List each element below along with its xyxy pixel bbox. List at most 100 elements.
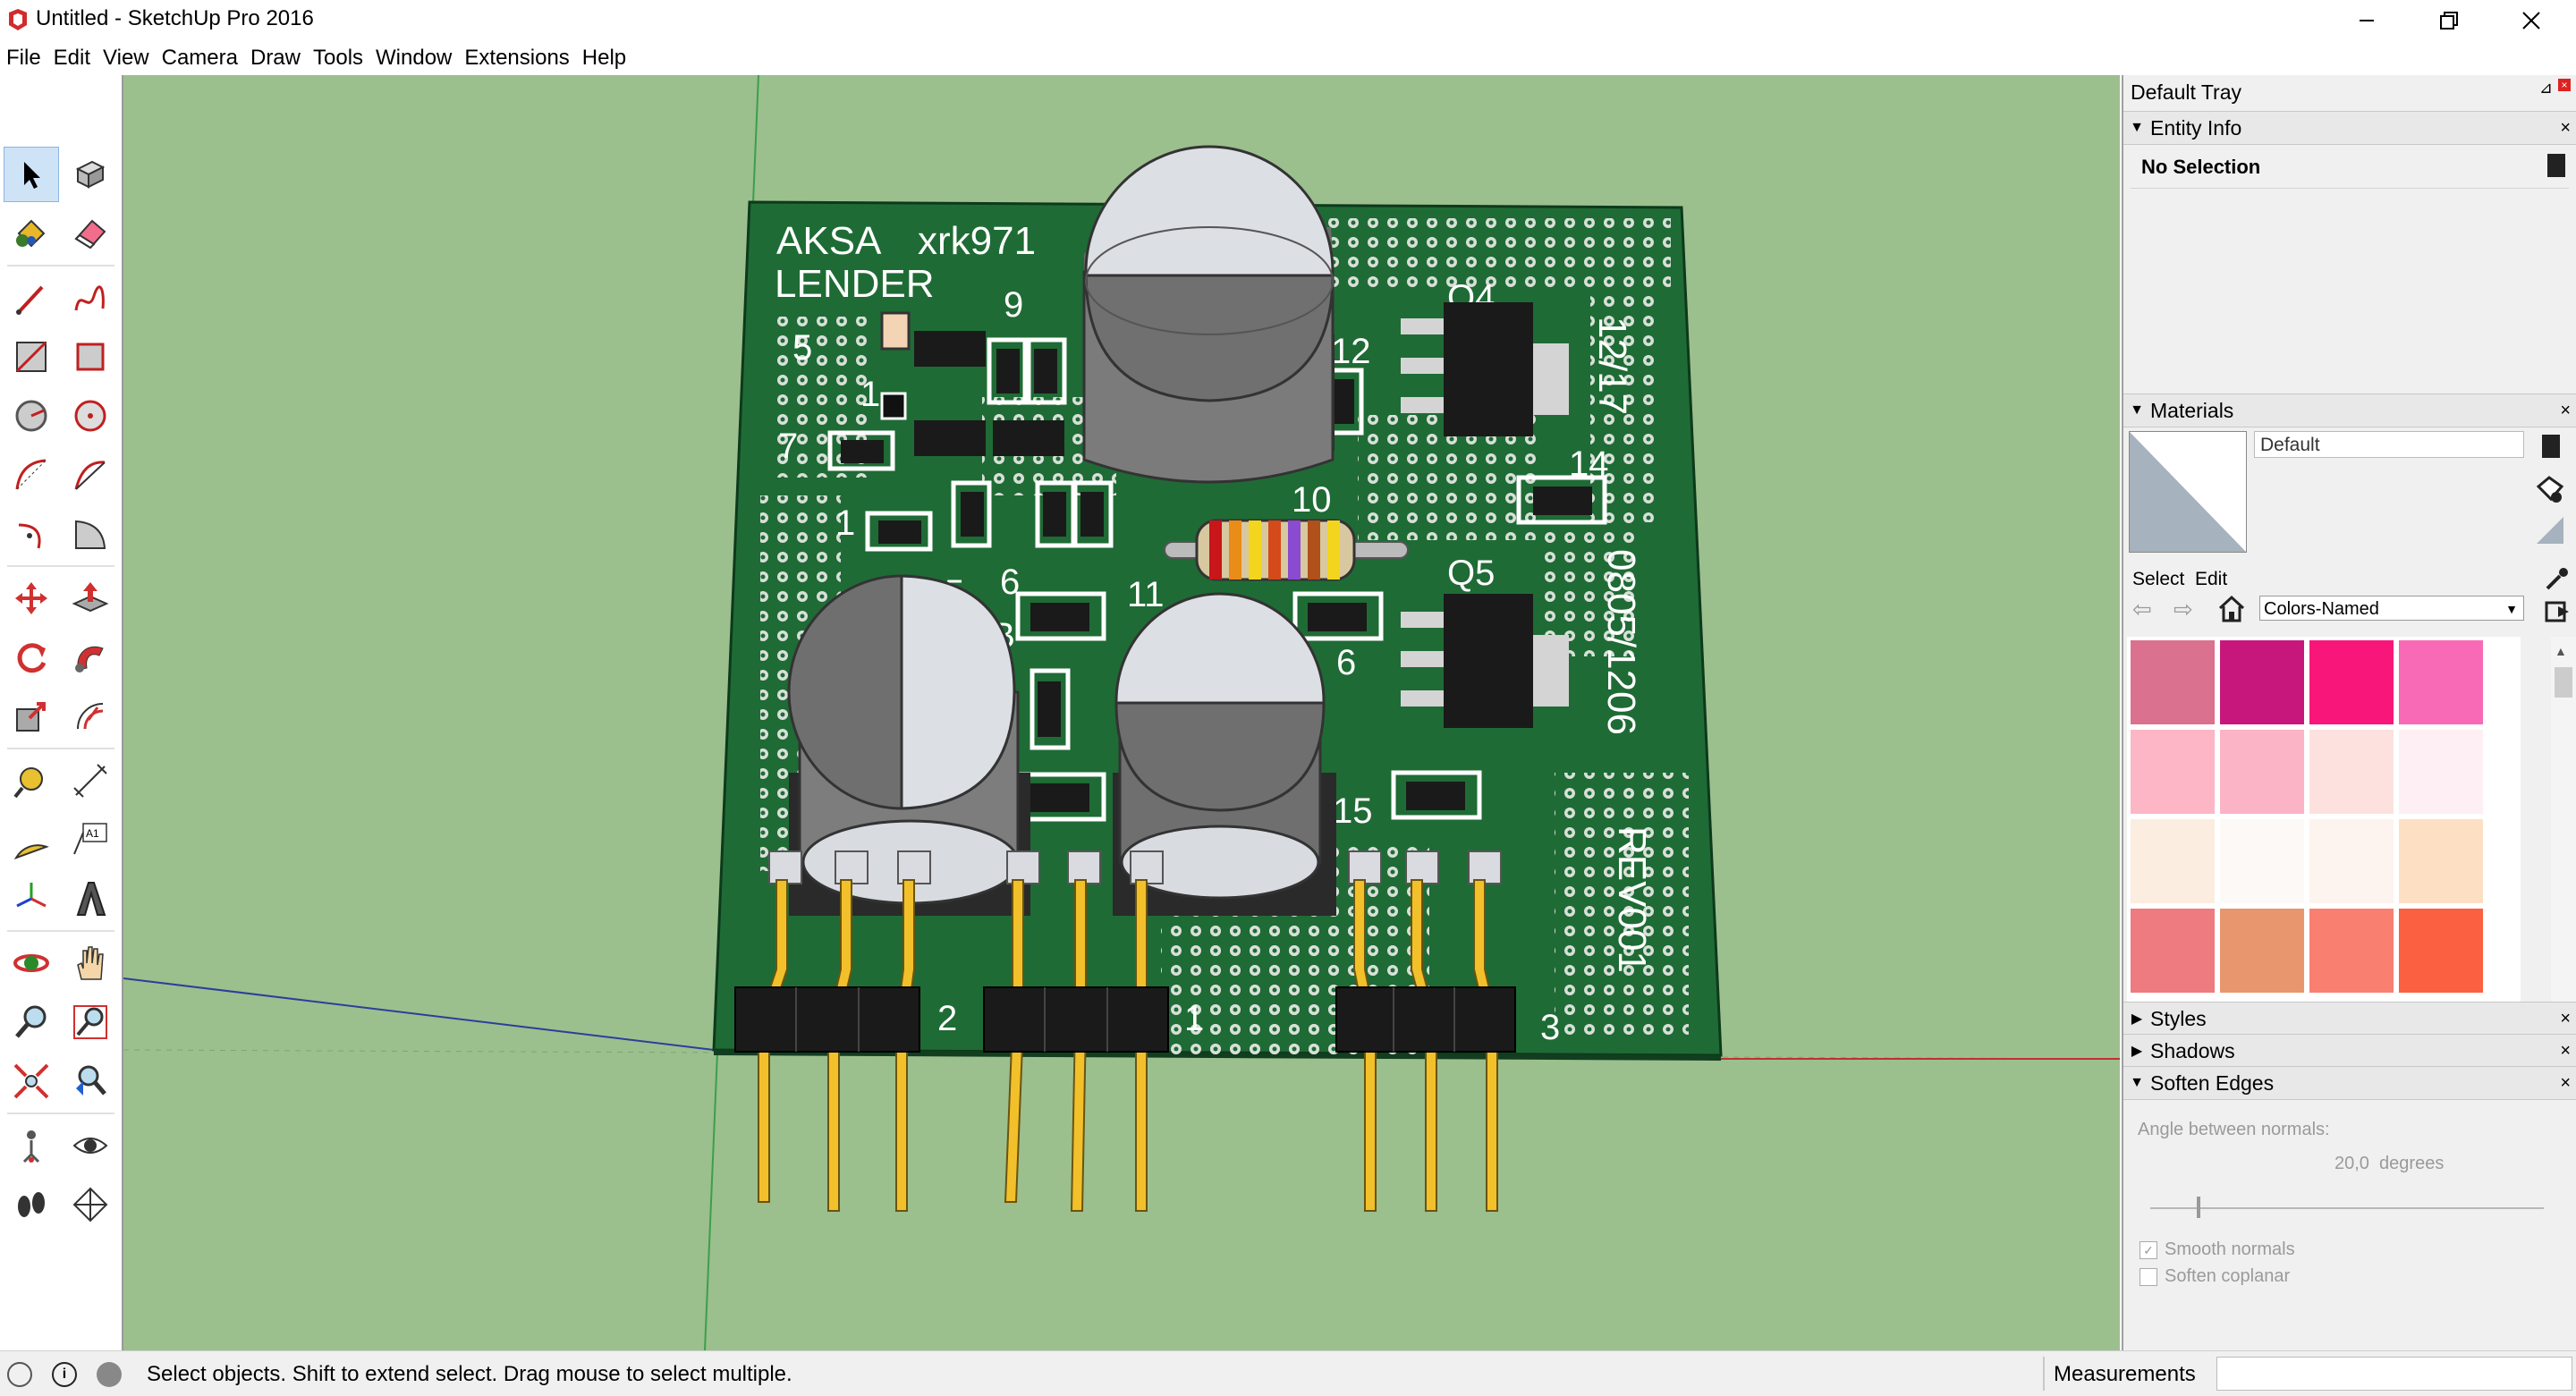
menu-extensions[interactable]: Extensions xyxy=(458,41,575,75)
menu-window[interactable]: Window xyxy=(369,41,458,75)
menu-draw[interactable]: Draw xyxy=(244,41,307,75)
shadows-header[interactable]: ▶ Shadows × xyxy=(2123,1034,2576,1068)
scale-tool-button[interactable] xyxy=(4,689,59,744)
offset-tool-button[interactable] xyxy=(63,689,118,744)
material-swatch[interactable] xyxy=(2220,909,2304,993)
material-swatch[interactable] xyxy=(2220,640,2304,724)
material-name-field[interactable]: Default xyxy=(2254,431,2524,458)
rotated-rectangle-tool-button[interactable] xyxy=(63,329,118,385)
material-swatch[interactable] xyxy=(2220,819,2304,903)
material-swatch[interactable] xyxy=(2309,730,2394,814)
geo-location-icon[interactable] xyxy=(7,1362,32,1387)
3-point-arc-tool-button[interactable] xyxy=(4,506,59,562)
model-viewport[interactable]: AKSA xrk971 LENDER Q4 Q5 12/17 0805/1206… xyxy=(123,75,2120,1350)
user-account-icon[interactable] xyxy=(97,1362,122,1387)
menu-camera[interactable]: Camera xyxy=(156,41,244,75)
materials-header[interactable]: ▼ Materials × xyxy=(2123,393,2576,427)
minimize-button[interactable] xyxy=(2326,0,2408,41)
text-tool-button[interactable]: A1 xyxy=(63,812,118,867)
push-pull-tool-button[interactable] xyxy=(63,571,118,626)
polygon-tool-button[interactable] xyxy=(63,388,118,444)
home-icon[interactable] xyxy=(2216,594,2247,624)
axes-tool-button[interactable] xyxy=(4,871,59,926)
tab-edit[interactable]: Edit xyxy=(2195,569,2227,590)
eyedropper-icon[interactable] xyxy=(2544,565,2571,592)
material-swatch[interactable] xyxy=(2220,730,2304,814)
tray-pin-icon[interactable]: ⊿ xyxy=(2539,79,2553,97)
styles-header[interactable]: ▶ Styles × xyxy=(2123,1002,2576,1036)
section-plane-tool-button[interactable] xyxy=(63,1177,118,1232)
pan-tool-button[interactable] xyxy=(63,935,118,991)
select-tool-button[interactable] xyxy=(4,147,59,202)
material-swatch[interactable] xyxy=(2131,909,2215,993)
material-swatch[interactable] xyxy=(2131,819,2215,903)
material-swatch[interactable] xyxy=(2399,909,2483,993)
material-swatch[interactable] xyxy=(2399,640,2483,724)
menu-view[interactable]: View xyxy=(97,41,156,75)
follow-me-tool-button[interactable] xyxy=(63,630,118,685)
close-icon[interactable]: × xyxy=(2560,1073,2571,1094)
material-swatch[interactable] xyxy=(2399,730,2483,814)
close-icon[interactable]: × xyxy=(2560,1009,2571,1029)
3d-text-tool-button[interactable] xyxy=(63,871,118,926)
material-swatch[interactable] xyxy=(2131,640,2215,724)
angle-slider-thumb[interactable] xyxy=(2197,1197,2200,1218)
3d-model-canvas[interactable]: AKSA xrk971 LENDER Q4 Q5 12/17 0805/1206… xyxy=(123,75,2120,1350)
tray-close-icon[interactable]: × xyxy=(2558,79,2571,91)
smooth-normals-checkbox[interactable]: ✓ xyxy=(2140,1241,2157,1259)
zoom-extents-tool-button[interactable] xyxy=(4,1053,59,1109)
measurements-input[interactable] xyxy=(2216,1357,2572,1391)
sample-paint-icon[interactable] xyxy=(2535,474,2565,504)
material-swatch[interactable] xyxy=(2131,730,2215,814)
menu-file[interactable]: File xyxy=(0,41,47,75)
entity-info-header[interactable]: ▼ Entity Info × xyxy=(2123,111,2576,145)
soften-coplanar-checkbox[interactable] xyxy=(2140,1268,2157,1286)
menu-tools[interactable]: Tools xyxy=(307,41,369,75)
rotate-tool-button[interactable] xyxy=(4,630,59,685)
rectangle-tool-button[interactable] xyxy=(4,329,59,385)
details-icon[interactable] xyxy=(2547,154,2565,177)
back-arrow-icon[interactable]: ⇦ xyxy=(2132,596,2159,622)
previous-view-tool-button[interactable] xyxy=(63,1053,118,1109)
zoom-tool-button[interactable] xyxy=(4,994,59,1050)
menu-edit[interactable]: Edit xyxy=(47,41,97,75)
menu-help[interactable]: Help xyxy=(576,41,632,75)
arc-tool-button[interactable] xyxy=(4,447,59,503)
make-component-tool-button[interactable] xyxy=(63,147,118,202)
dimension-tool-button[interactable] xyxy=(63,753,118,808)
tape-measure-tool-button[interactable] xyxy=(4,753,59,808)
restore-button[interactable] xyxy=(2408,0,2490,41)
look-around-tool-button[interactable] xyxy=(63,1118,118,1173)
pie-tool-button[interactable] xyxy=(63,506,118,562)
close-button[interactable] xyxy=(2490,0,2572,41)
line-tool-button[interactable] xyxy=(4,270,59,326)
material-swatch[interactable] xyxy=(2309,909,2394,993)
material-swatch[interactable] xyxy=(2399,819,2483,903)
material-swatch[interactable] xyxy=(2309,819,2394,903)
credits-icon[interactable]: i xyxy=(52,1362,77,1387)
eraser-tool-button[interactable] xyxy=(63,206,118,261)
circle-tool-button[interactable] xyxy=(4,388,59,444)
walk-tool-button[interactable] xyxy=(4,1177,59,1232)
orbit-tool-button[interactable] xyxy=(4,935,59,991)
close-icon[interactable]: × xyxy=(2560,118,2571,139)
material-swatch[interactable] xyxy=(2309,640,2394,724)
angle-slider-track[interactable] xyxy=(2150,1207,2544,1209)
tab-select[interactable]: Select xyxy=(2132,569,2184,590)
2-point-arc-tool-button[interactable] xyxy=(63,447,118,503)
protractor-tool-button[interactable] xyxy=(4,812,59,867)
collection-select[interactable]: Colors-Named ▼ xyxy=(2259,596,2524,621)
create-material-icon[interactable] xyxy=(2542,435,2560,458)
details-arrow-icon[interactable] xyxy=(2544,597,2571,624)
pcb-board[interactable]: AKSA xrk971 LENDER Q4 Q5 12/17 0805/1206… xyxy=(712,145,1723,1212)
close-icon[interactable]: × xyxy=(2560,401,2571,421)
forward-arrow-icon[interactable]: ⇨ xyxy=(2174,596,2200,622)
zoom-window-tool-button[interactable] xyxy=(63,994,118,1050)
position-camera-tool-button[interactable] xyxy=(4,1118,59,1173)
freehand-tool-button[interactable] xyxy=(63,270,118,326)
move-tool-button[interactable] xyxy=(4,571,59,626)
close-icon[interactable]: × xyxy=(2560,1041,2571,1062)
default-material-icon[interactable] xyxy=(2535,515,2565,546)
paint-bucket-tool-button[interactable] xyxy=(4,206,59,261)
soften-edges-header[interactable]: ▼ Soften Edges × xyxy=(2123,1066,2576,1100)
